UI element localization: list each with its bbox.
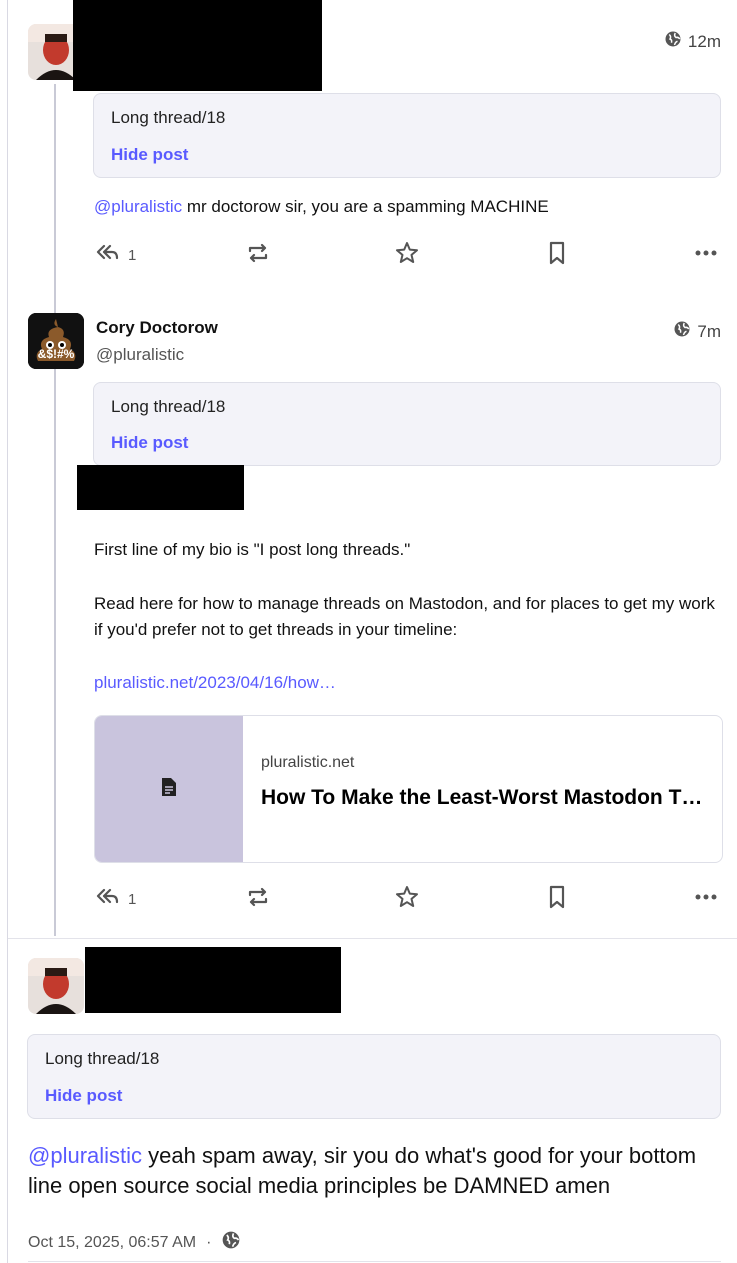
boost-icon — [245, 884, 271, 914]
content-warning: Long thread/18 Hide post — [93, 382, 721, 466]
mention-link[interactable]: @pluralistic — [28, 1143, 142, 1168]
post-paragraph: First line of my bio is "I post long thr… — [94, 540, 411, 559]
card-domain: pluralistic.net — [261, 754, 355, 771]
more-button[interactable] — [693, 240, 719, 270]
link-preview-card[interactable]: pluralistic.net How To Make the Least-Wo… — [94, 715, 723, 863]
post-paragraph: Read here for how to manage threads on M… — [94, 594, 715, 639]
content-warning: Long thread/18 Hide post — [93, 93, 721, 178]
favourite-button[interactable] — [394, 884, 420, 914]
author-name[interactable]: Cory Doctorow — [96, 318, 218, 338]
post-link[interactable]: pluralistic.net/2023/04/16/how… — [94, 673, 336, 693]
reply-button[interactable]: 1 — [94, 240, 136, 270]
star-icon — [394, 240, 420, 270]
boost-icon — [245, 240, 271, 270]
redacted-author-info — [73, 0, 322, 91]
post-timestamp[interactable]: Oct 15, 2025, 06:57 AM — [28, 1234, 196, 1252]
bookmark-icon — [544, 240, 570, 270]
star-icon — [394, 884, 420, 914]
left-border — [7, 0, 8, 1263]
reply-all-icon — [94, 884, 120, 914]
globe-icon — [673, 320, 691, 343]
globe-icon — [664, 30, 682, 53]
mention-link[interactable]: @pluralistic — [94, 197, 182, 216]
document-icon — [160, 777, 178, 802]
card-title: How To Make the Least-Worst Mastodon Thr… — [261, 786, 703, 809]
post-time: 12m — [687, 31, 721, 51]
avatar[interactable] — [28, 958, 84, 1014]
more-icon — [693, 884, 719, 914]
separator: · — [206, 1233, 212, 1251]
avatar-label: &$!#% — [37, 347, 75, 361]
footer-divider — [28, 1261, 721, 1262]
post-time: 7m — [697, 321, 721, 341]
redacted-author-info — [85, 947, 341, 1013]
reply-count: 1 — [128, 890, 137, 908]
post-content: @pluralistic yeah spam away, sir you do … — [28, 1141, 728, 1201]
boost-button[interactable] — [245, 240, 271, 270]
hide-post-button[interactable]: Hide post — [111, 433, 188, 453]
bookmark-button[interactable] — [544, 240, 570, 270]
redacted-text — [77, 465, 244, 510]
globe-icon — [221, 1230, 241, 1255]
favourite-button[interactable] — [394, 240, 420, 270]
cw-title: Long thread/18 — [111, 108, 226, 127]
reply-button[interactable]: 1 — [94, 884, 136, 914]
boost-button[interactable] — [245, 884, 271, 914]
bookmark-icon — [544, 884, 570, 914]
hide-post-button[interactable]: Hide post — [111, 145, 188, 165]
card-body: pluralistic.net How To Make the Least-Wo… — [243, 716, 721, 862]
post-footer: Oct 15, 2025, 06:57 AM · — [28, 1230, 241, 1255]
more-button[interactable] — [693, 884, 719, 914]
cw-title: Long thread/18 — [45, 1049, 160, 1068]
content-warning: Long thread/18 Hide post — [27, 1034, 721, 1119]
card-thumbnail — [95, 716, 243, 862]
post-divider — [8, 938, 737, 939]
post-meta[interactable]: 12m — [664, 30, 721, 53]
hide-post-button[interactable]: Hide post — [45, 1086, 122, 1106]
post-content: @pluralistic mr doctorow sir, you are a … — [94, 194, 549, 220]
post-meta[interactable]: 7m — [673, 320, 721, 343]
post-text: mr doctorow sir, you are a spamming MACH… — [182, 197, 549, 216]
more-icon — [693, 240, 719, 270]
reply-all-icon — [94, 240, 120, 270]
thread-connector-line — [54, 84, 56, 936]
bookmark-button[interactable] — [544, 884, 570, 914]
avatar[interactable]: &$!#% — [28, 313, 84, 369]
author-handle[interactable]: @pluralistic — [96, 345, 184, 365]
cw-title: Long thread/18 — [111, 397, 226, 416]
reply-count: 1 — [128, 246, 137, 264]
